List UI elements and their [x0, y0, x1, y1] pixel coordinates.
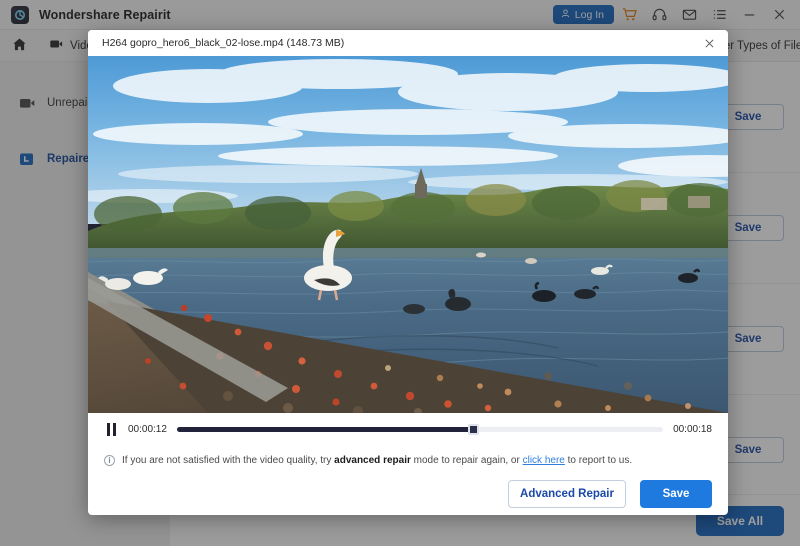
hint-text-middle: mode to repair again, or [413, 455, 520, 466]
hint-text-after: to report to us. [567, 455, 633, 466]
video-preview-surface[interactable] [88, 56, 728, 413]
video-preview-dialog: H264 gopro_hero6_black_02-lose.mp4 (148.… [88, 30, 728, 515]
dialog-title: H264 gopro_hero6_black_02-lose.mp4 (148.… [102, 37, 345, 49]
quality-hint-text: If you are not satisfied with the video … [122, 455, 632, 466]
dialog-actions: Advanced Repair Save [88, 466, 728, 508]
hint-text-before: If you are not satisfied with the video … [122, 455, 332, 466]
app-window: Wondershare Repairit Log In Video Other … [0, 0, 800, 546]
progress-thumb[interactable] [468, 423, 480, 435]
advanced-repair-button[interactable]: Advanced Repair [508, 480, 626, 508]
dialog-header: H264 gopro_hero6_black_02-lose.mp4 (148.… [88, 30, 728, 56]
total-time-label: 00:00:18 [673, 423, 712, 435]
current-time-label: 00:00:12 [128, 423, 167, 435]
video-progress-slider[interactable] [176, 423, 664, 435]
dialog-save-button[interactable]: Save [640, 480, 712, 508]
info-icon: i [104, 455, 115, 466]
hint-emphasis: advanced repair [334, 455, 411, 466]
close-icon[interactable] [698, 32, 720, 54]
report-link[interactable]: click here [523, 455, 565, 466]
progress-played [176, 426, 474, 432]
quality-hint: i If you are not satisfied with the vide… [88, 445, 728, 466]
pause-icon[interactable] [104, 422, 118, 436]
video-player-controls: 00:00:12 00:00:18 [88, 413, 728, 445]
